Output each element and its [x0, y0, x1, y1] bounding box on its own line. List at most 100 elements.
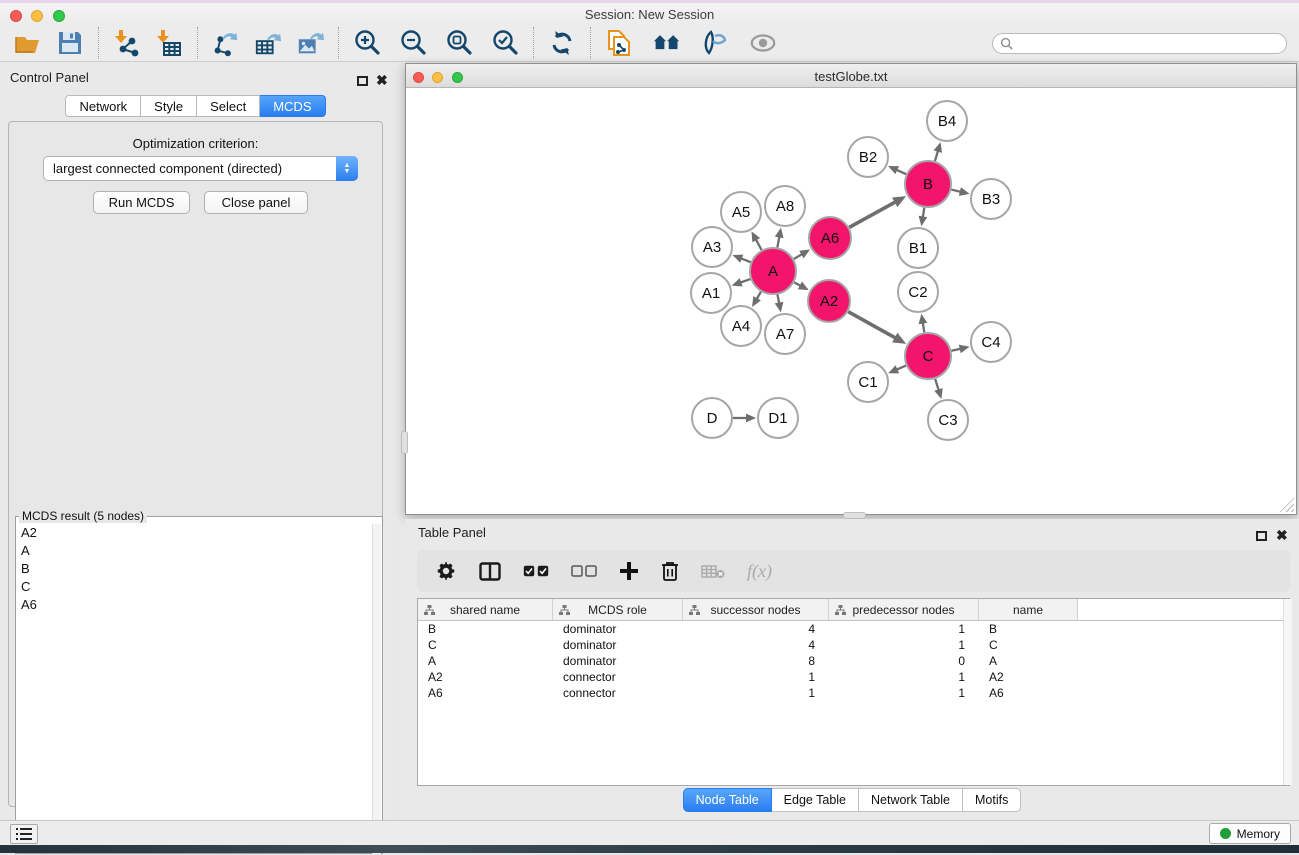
split-panel-icon[interactable]	[479, 562, 501, 581]
graph-edge-A-A5[interactable]	[756, 239, 762, 250]
mcds-result-scrollbar[interactable]	[372, 524, 381, 854]
graph-edge-C-C1[interactable]	[896, 366, 906, 370]
table-cell[interactable]: 1	[829, 622, 979, 636]
table-cell[interactable]: 4	[683, 622, 829, 636]
tab-edge-table[interactable]: Edge Table	[772, 788, 859, 812]
task-history-button[interactable]	[10, 824, 38, 844]
graph-node-A2[interactable]: A2	[808, 280, 850, 322]
export-network-icon[interactable]	[212, 29, 240, 57]
table-cell[interactable]: 1	[683, 670, 829, 684]
table-row[interactable]: A6connector11A6	[418, 685, 1289, 701]
table-cell[interactable]: connector	[553, 670, 683, 684]
refresh-icon[interactable]	[548, 29, 576, 57]
splitter-handle-vertical[interactable]	[401, 431, 408, 454]
zoom-in-icon[interactable]	[353, 29, 381, 57]
delete-column-icon[interactable]	[661, 561, 679, 582]
graph-node-C2[interactable]: C2	[898, 272, 938, 312]
table-cell[interactable]: A2	[979, 670, 1078, 684]
table-cell[interactable]: A6	[418, 686, 553, 700]
table-cell[interactable]: 1	[829, 638, 979, 652]
export-image-icon[interactable]	[296, 29, 324, 57]
export-table-icon[interactable]	[254, 29, 282, 57]
column-header-name[interactable]: name	[979, 599, 1078, 620]
splitter-handle-horizontal[interactable]	[843, 512, 866, 519]
import-table-icon[interactable]	[155, 29, 183, 57]
close-panel-icon[interactable]: ✖	[376, 72, 388, 90]
close-panel-button[interactable]: Close panel	[204, 191, 308, 214]
graph-node-A6[interactable]: A6	[809, 217, 851, 259]
graph-node-A8[interactable]: A8	[765, 186, 805, 226]
function-builder-icon[interactable]: f(x)	[747, 561, 772, 582]
graph-edge-A-A6[interactable]	[794, 254, 803, 259]
graph-edge-B-B4[interactable]	[935, 151, 938, 161]
import-network-icon[interactable]	[113, 29, 141, 57]
table-row[interactable]: Adominator80A	[418, 653, 1289, 669]
zoom-selected-icon[interactable]	[491, 29, 519, 57]
graph-edge-C-C3[interactable]	[935, 379, 939, 391]
tab-network-table[interactable]: Network Table	[859, 788, 963, 812]
tab-select[interactable]: Select	[197, 95, 260, 117]
graph-node-B2[interactable]: B2	[848, 137, 888, 177]
float-panel-icon[interactable]	[357, 73, 368, 91]
graph-node-A1[interactable]: A1	[691, 273, 731, 313]
tab-node-table[interactable]: Node Table	[683, 788, 772, 812]
column-header-successor-nodes[interactable]: successor nodes	[683, 599, 829, 620]
graph-node-C3[interactable]: C3	[928, 400, 968, 440]
table-row[interactable]: A2connector11A2	[418, 669, 1289, 685]
graph-node-A3[interactable]: A3	[692, 227, 732, 267]
graph-edge-A-A1[interactable]	[740, 279, 750, 283]
run-mcds-button[interactable]: Run MCDS	[93, 191, 190, 214]
graph-edge-C-C2[interactable]	[923, 323, 925, 333]
mcds-result-item[interactable]: B	[16, 559, 370, 577]
table-cell[interactable]: B	[979, 622, 1078, 636]
table-scrollbar[interactable]	[1283, 599, 1292, 785]
zoom-fit-icon[interactable]	[445, 29, 473, 57]
table-cell[interactable]: connector	[553, 686, 683, 700]
graph-node-D[interactable]: D	[692, 398, 732, 438]
first-neighbors-icon[interactable]	[653, 29, 681, 57]
table-float-panel-icon[interactable]	[1256, 528, 1267, 546]
search-input[interactable]	[992, 33, 1287, 54]
table-cell[interactable]: A6	[979, 686, 1078, 700]
graph-node-D1[interactable]: D1	[758, 398, 798, 438]
table-cell[interactable]: A2	[418, 670, 553, 684]
table-cell[interactable]: 1	[683, 686, 829, 700]
open-session-icon[interactable]	[14, 29, 42, 57]
save-session-icon[interactable]	[56, 29, 84, 57]
table-close-panel-icon[interactable]: ✖	[1276, 527, 1288, 545]
table-cell[interactable]: A	[979, 654, 1078, 668]
graph-edge-A2-C[interactable]	[848, 312, 895, 338]
graph-node-B1[interactable]: B1	[898, 228, 938, 268]
table-cell[interactable]: dominator	[553, 654, 683, 668]
graph-node-B[interactable]: B	[905, 161, 951, 207]
zoom-out-icon[interactable]	[399, 29, 427, 57]
column-header-MCDS-role[interactable]: MCDS role	[553, 599, 683, 620]
mcds-result-item[interactable]: A2	[16, 523, 370, 541]
table-cell[interactable]: dominator	[553, 638, 683, 652]
graph-edge-B-B3[interactable]	[951, 190, 960, 192]
graph-edge-A6-B[interactable]	[849, 202, 895, 228]
table-row[interactable]: Cdominator41C	[418, 637, 1289, 653]
table-cell[interactable]: 0	[829, 654, 979, 668]
graph-node-C[interactable]: C	[905, 333, 951, 379]
table-cell[interactable]: 1	[829, 670, 979, 684]
graph-node-B4[interactable]: B4	[927, 101, 967, 141]
graph-edge-B-B1[interactable]	[923, 208, 925, 218]
table-cell[interactable]: 8	[683, 654, 829, 668]
graph-node-C4[interactable]: C4	[971, 322, 1011, 362]
table-cell[interactable]: C	[418, 638, 553, 652]
table-settings-icon[interactable]	[435, 560, 457, 582]
add-column-icon[interactable]	[619, 561, 639, 581]
graph-edge-C-C4[interactable]	[951, 349, 960, 351]
mcds-result-item[interactable]: C	[16, 577, 370, 595]
mcds-result-item[interactable]: A	[16, 541, 370, 559]
graph-edge-A-A3[interactable]	[741, 258, 751, 262]
new-network-from-selection-icon[interactable]	[605, 29, 633, 57]
graph-node-A[interactable]: A	[750, 248, 796, 294]
deselect-all-icon[interactable]	[571, 565, 597, 577]
mcds-result-list[interactable]: A2ABCA6	[16, 523, 370, 855]
table-cell[interactable]: B	[418, 622, 553, 636]
graph-node-B3[interactable]: B3	[971, 179, 1011, 219]
graph-node-A4[interactable]: A4	[721, 306, 761, 346]
column-header-predecessor-nodes[interactable]: predecessor nodes	[829, 599, 979, 620]
